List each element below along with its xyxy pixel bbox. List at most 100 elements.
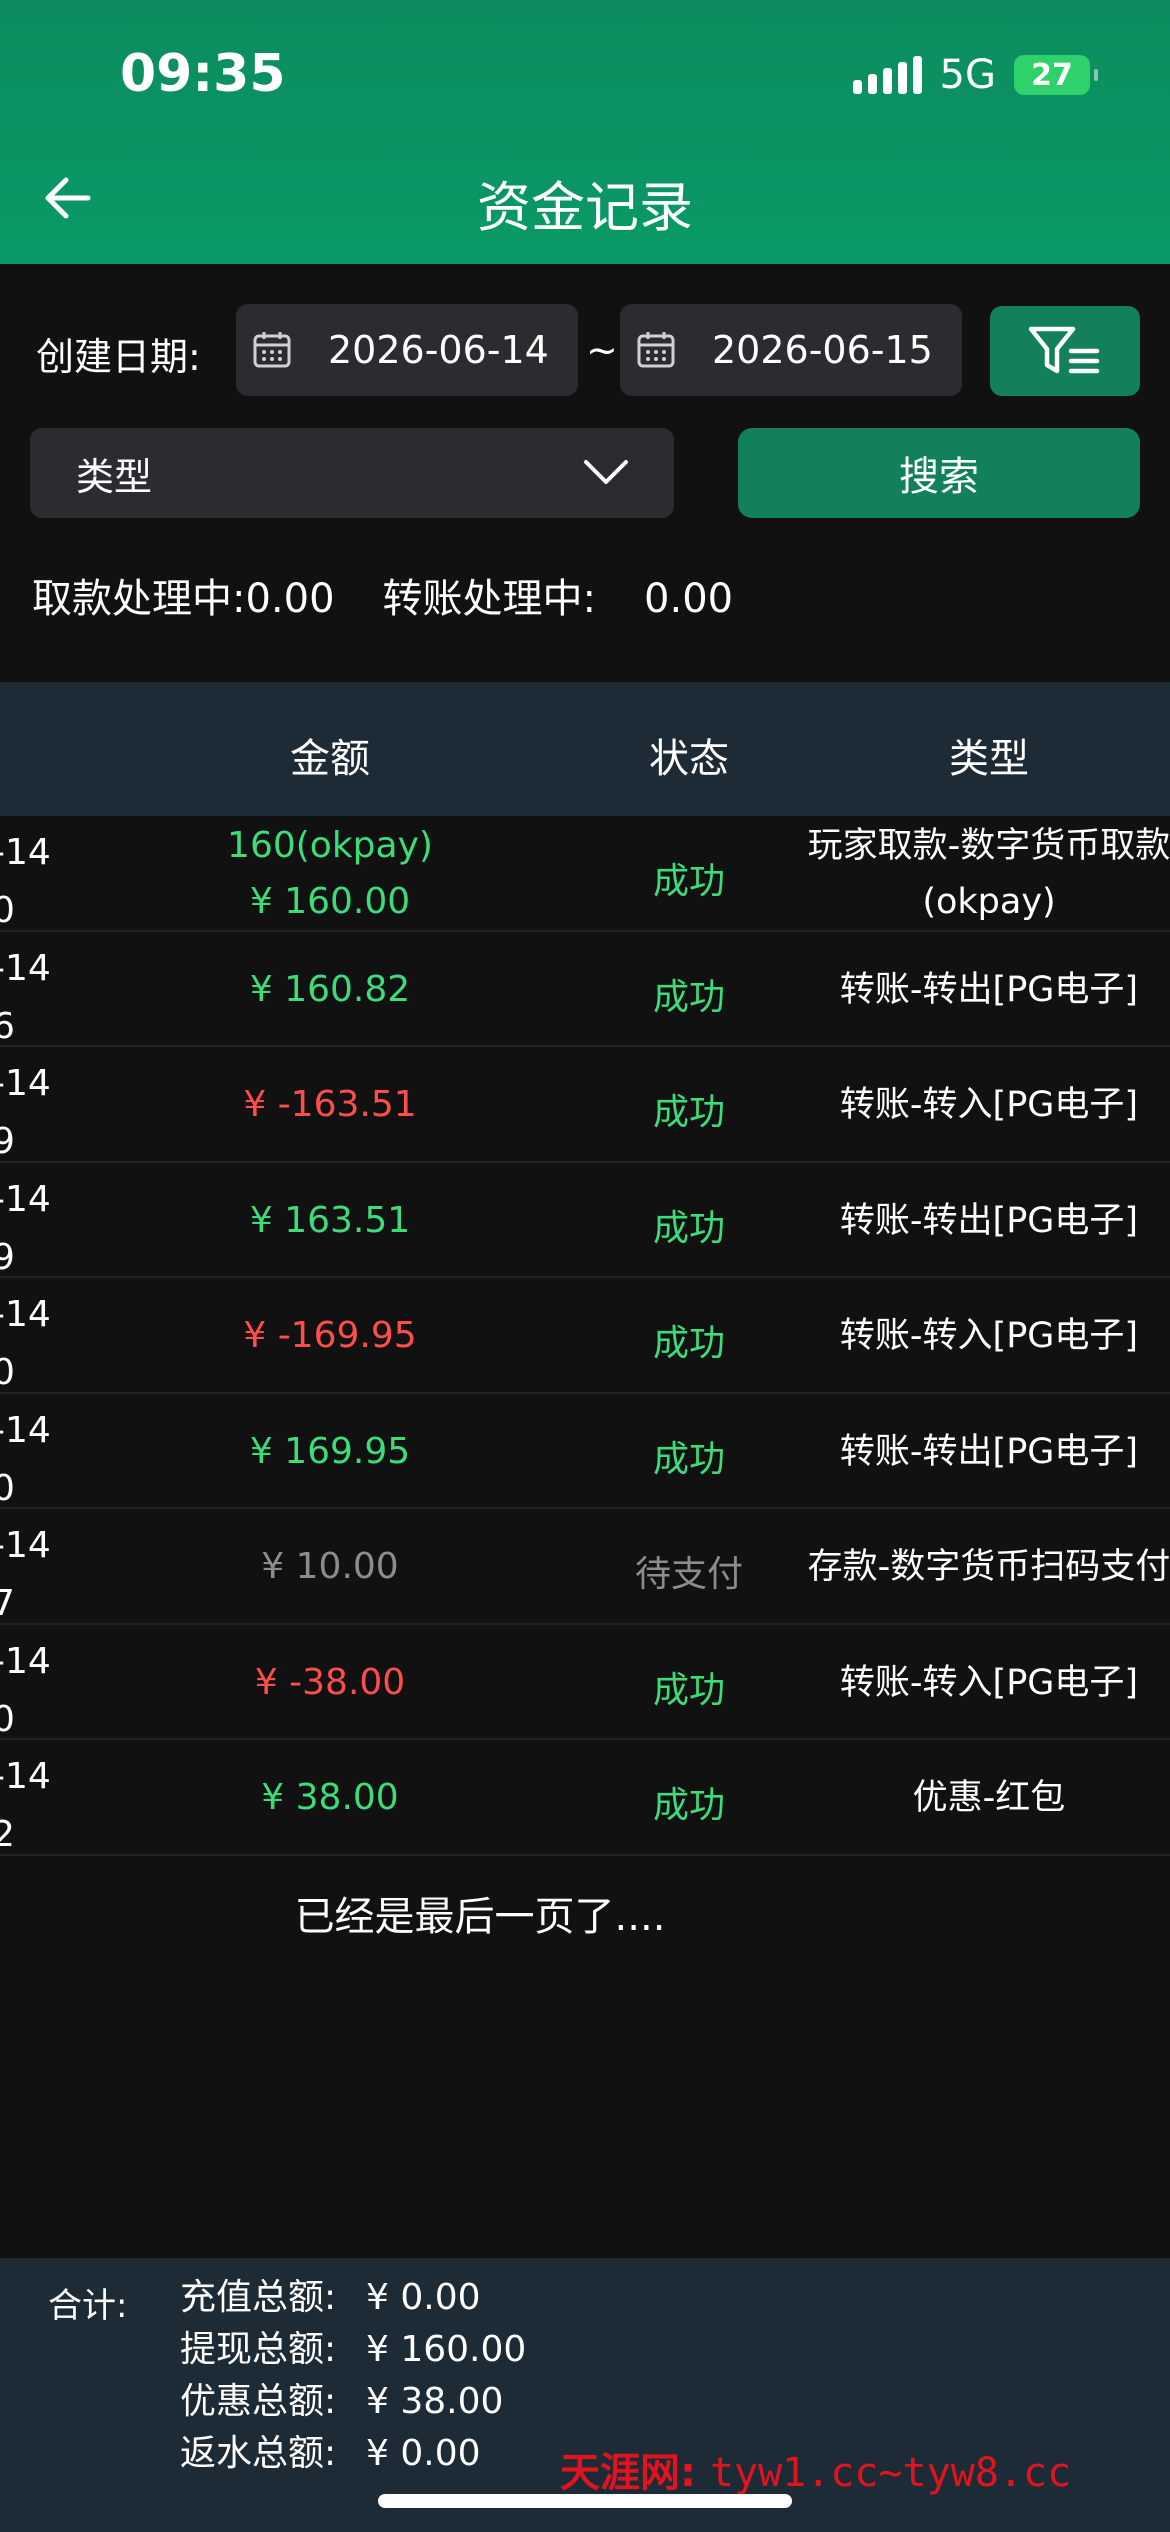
end-of-list-text: 已经是最后一页了.... [294,1894,666,1940]
type-select[interactable]: 类型 [30,428,674,518]
table-row[interactable]: -140¥ -169.95成功转账-转入[PG电子] [0,1278,1170,1394]
row-date-top: -14 [0,1756,51,1797]
row-date-bottom: 2 [0,1814,15,1855]
row-date-top: -14 [0,1178,51,1220]
start-date-field[interactable]: 2026-06-14 [236,304,578,396]
total-item-key: 返水总额: [180,2433,337,2474]
withdraw-processing-value: 0.00 [245,576,335,622]
processing-summary: 取款处理中:0.00 转账处理中: 0.00 [32,566,733,624]
date-range-separator: ~ [586,328,618,372]
row-amount: ¥ 169.95 [250,1424,410,1480]
status-time: 09:35 [120,44,286,104]
home-indicator[interactable] [378,2494,792,2508]
row-date-top: -14 [0,1294,51,1335]
table-header: 金额 状态 类型 [0,682,1170,816]
row-amount: ¥ -169.95 [243,1308,416,1364]
row-amount-value: ¥ 160.82 [249,968,411,1010]
withdraw-processing: 取款处理中:0.00 [32,566,335,624]
column-header-type: 类型 [949,736,1029,782]
row-amount: ¥ 163.51 [250,1193,410,1249]
totals-label: 合计: [48,2286,128,2326]
total-item-value: ¥ 0.00 [366,2433,481,2474]
row-date-top: -14 [0,947,51,989]
row-amount-value: ¥ 163.51 [249,1199,411,1241]
battery-level: 27 [1031,57,1073,93]
row-date: -140 [0,1402,51,1518]
column-header-status: 状态 [649,736,729,782]
row-status: 成功 [652,1785,726,1826]
row-amount-value: ¥ -169.95 [243,1315,417,1356]
row-amount-value: ¥ 10.00 [261,1546,399,1587]
row-type: 转账-转入[PG电子] [839,1316,1139,1356]
row-date: -147 [0,1517,51,1633]
totals-list: 充值总额: ¥ 0.00 提现总额: ¥ 160.00 优惠总额: ¥ 38.00 返水总额… [180,2272,526,2480]
row-type: 优惠-红包 [912,1778,1066,1818]
row-date-top: -14 [0,1063,51,1104]
filter-button[interactable] [990,306,1140,396]
network-type: 5G [939,52,996,98]
row-date: -149 [0,1171,51,1287]
calendar-icon [637,332,675,368]
total-item: 提现总额: ¥ 160.00 [180,2324,526,2376]
row-status: 成功 [652,976,726,1018]
search-button[interactable]: 搜索 [738,428,1140,518]
table-row[interactable]: -149¥ 163.51成功转账-转出[PG电子] [0,1162,1170,1278]
row-type: 转账-转出[PG电子] [839,1200,1139,1241]
row-amount-value: ¥ 38.00 [261,1777,399,1818]
row-status: 成功 [652,861,726,902]
row-amount-value: ¥ -163.51 [243,1084,417,1125]
total-item-value: ¥ 38.00 [366,2381,504,2422]
end-date-field[interactable]: 2026-06-15 [620,304,962,396]
row-date: -142 [0,1748,51,1864]
calendar-icon [253,332,291,368]
app-header: 09:35 5G 27 资金记录 [0,0,1170,264]
end-date-value: 2026-06-15 [712,328,933,372]
total-item-key: 优惠总额: [180,2381,337,2422]
row-amount-note: 160(okpay) [227,825,433,866]
total-item: 充值总额: ¥ 0.00 [180,2272,526,2324]
row-type: 存款-数字货币扫码支付 [807,1547,1170,1587]
transfer-processing: 转账处理中: 0.00 [383,566,734,624]
row-date-top: -14 [0,1409,51,1451]
row-amount: 160(okpay) ¥ 160.00 [227,818,433,930]
row-amount: ¥ 10.00 [261,1539,398,1595]
total-item: 优惠总额: ¥ 38.00 [180,2376,526,2428]
row-amount-value: ¥ 160.00 [249,881,411,922]
total-item: 返水总额: ¥ 0.00 [180,2428,526,2480]
row-status: 成功 [652,1323,726,1364]
total-item-value: ¥ 160.00 [366,2329,527,2370]
table-row[interactable]: -14 2 ¥ 38.00 成功 优惠-红包 [0,1740,1170,1856]
signal-icon [852,56,922,94]
withdraw-processing-label: 取款处理中: [32,576,246,622]
filter-panel: 创建日期: 2026-06-14 ~ 2026-06-15 类型 搜索 取款处理… [0,264,1170,682]
status-indicators: 5G 27 [852,52,1098,98]
table-row[interactable]: -140¥ -38.00成功转账-转入[PG电子] [0,1624,1170,1740]
table-row[interactable]: -140160(okpay)¥ 160.00成功玩家取款-数字货币取款(okpa… [0,816,1170,932]
row-type: 转账-转出[PG电子] [839,969,1139,1010]
row-type: 玩家取款-数字货币取款(okpay) [807,826,1170,922]
row-status: 成功 [652,1438,726,1480]
row-status: 成功 [652,1092,726,1133]
type-select-label: 类型 [76,454,153,499]
row-date-top: -14 [0,1525,51,1566]
row-status: 待支付 [634,1554,744,1595]
total-item-key: 提现总额: [180,2329,337,2370]
row-amount-value: ¥ -38.00 [254,1661,406,1703]
watermark-site: tyw1.cc~tyw8.cc [709,2450,1072,2496]
row-type: 转账-转入[PG电子] [839,1085,1139,1125]
page-title: 资金记录 [477,176,693,239]
row-amount: ¥ -38.00 [255,1655,405,1711]
row-amount: ¥ 160.82 [250,962,410,1018]
table-row[interactable]: -146¥ 160.82成功转账-转出[PG电子] [0,931,1170,1047]
row-amount-value: ¥ 169.95 [249,1430,411,1472]
row-date: -140 [0,1633,51,1749]
row-date-top: -14 [0,832,51,873]
row-date: -140 [0,1286,51,1402]
table-row[interactable]: -147¥ 10.00待支付存款-数字货币扫码支付 [0,1509,1170,1625]
battery-icon: 27 [1014,55,1098,95]
table-row[interactable]: -140¥ 169.95成功转账-转出[PG电子] [0,1393,1170,1509]
start-date-value: 2026-06-14 [328,328,549,372]
table-row[interactable]: -149¥ -163.51成功转账-转入[PG电子] [0,1047,1170,1163]
chevron-down-icon [584,460,628,484]
total-item-key: 充值总额: [180,2277,337,2318]
